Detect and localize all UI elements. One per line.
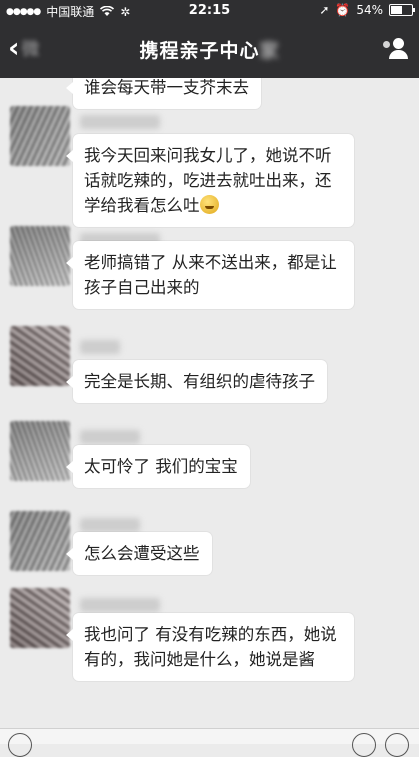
avatar[interactable] (10, 421, 70, 481)
chat-title-blurred: 家 (259, 40, 280, 62)
message-bubble[interactable]: 怎么会遭受这些 (66, 532, 212, 575)
location-icon: ➚ (319, 3, 330, 17)
message-bubble[interactable]: 太可怜了 我们的宝宝 (66, 445, 250, 488)
message-bubble[interactable]: 谁会每天带一支芥末去 (66, 78, 261, 109)
message-text: 谁会每天带一支芥末去 (84, 78, 249, 97)
sender-name (80, 598, 160, 612)
message-text: 完全是长期、有组织的虐待孩子 (84, 372, 315, 391)
battery-icon (389, 4, 415, 16)
chat-area[interactable]: 谁会每天带一支芥末去 我今天回来问我女儿了，她说不听话就吃辣的，吃进去就吐出来，… (0, 78, 419, 728)
message-bubble[interactable]: 完全是长期、有组织的虐待孩子 (66, 360, 327, 403)
message-bubble[interactable]: 我今天回来问我女儿了，她说不听话就吃辣的，吃进去就吐出来，还学给我看怎么吐 (66, 134, 354, 227)
more-button[interactable] (385, 733, 409, 757)
battery-percent: 54% (356, 3, 383, 17)
message-bubble[interactable]: 我也问了 有没有吃辣的东西，她说有的，我问她是什么，她说是酱 (66, 613, 354, 681)
avatar[interactable] (10, 588, 70, 648)
avatar[interactable] (10, 106, 70, 166)
sender-name (80, 115, 160, 129)
alarm-icon: ⏰ (335, 3, 351, 17)
message-text: 太可怜了 我们的宝宝 (84, 457, 238, 476)
sender-name (80, 430, 140, 444)
status-bar: ●●●●● 中国联通 ✲ 22:15 ➚ ⏰ 54% (0, 0, 419, 22)
top-bar: ●●●●● 中国联通 ✲ 22:15 ➚ ⏰ 54% ‹ 微 携程亲子中心家 (0, 0, 419, 78)
emoji-button[interactable] (352, 733, 376, 757)
message-bubble[interactable]: 老师搞错了 从来不送出来，都是让孩子自己出来的 (66, 241, 354, 309)
avatar[interactable] (10, 326, 70, 386)
voice-icon[interactable] (8, 733, 32, 757)
message-text: 老师搞错了 从来不送出来，都是让孩子自己出来的 (84, 253, 337, 297)
nav-bar: ‹ 微 携程亲子中心家 (0, 24, 419, 76)
input-bar (0, 728, 419, 757)
avatar[interactable] (10, 511, 70, 571)
sender-name (80, 340, 120, 354)
avatar[interactable] (10, 226, 70, 286)
group-info-icon[interactable] (383, 38, 411, 60)
sender-name (80, 518, 140, 532)
message-text: 我也问了 有没有吃辣的东西，她说有的，我问她是什么，她说是酱 (84, 625, 337, 669)
chat-title-text: 携程亲子中心 (139, 40, 260, 62)
chat-title: 携程亲子中心家 (0, 36, 419, 63)
emoji-icon (199, 195, 219, 214)
message-text: 怎么会遭受这些 (84, 544, 200, 563)
